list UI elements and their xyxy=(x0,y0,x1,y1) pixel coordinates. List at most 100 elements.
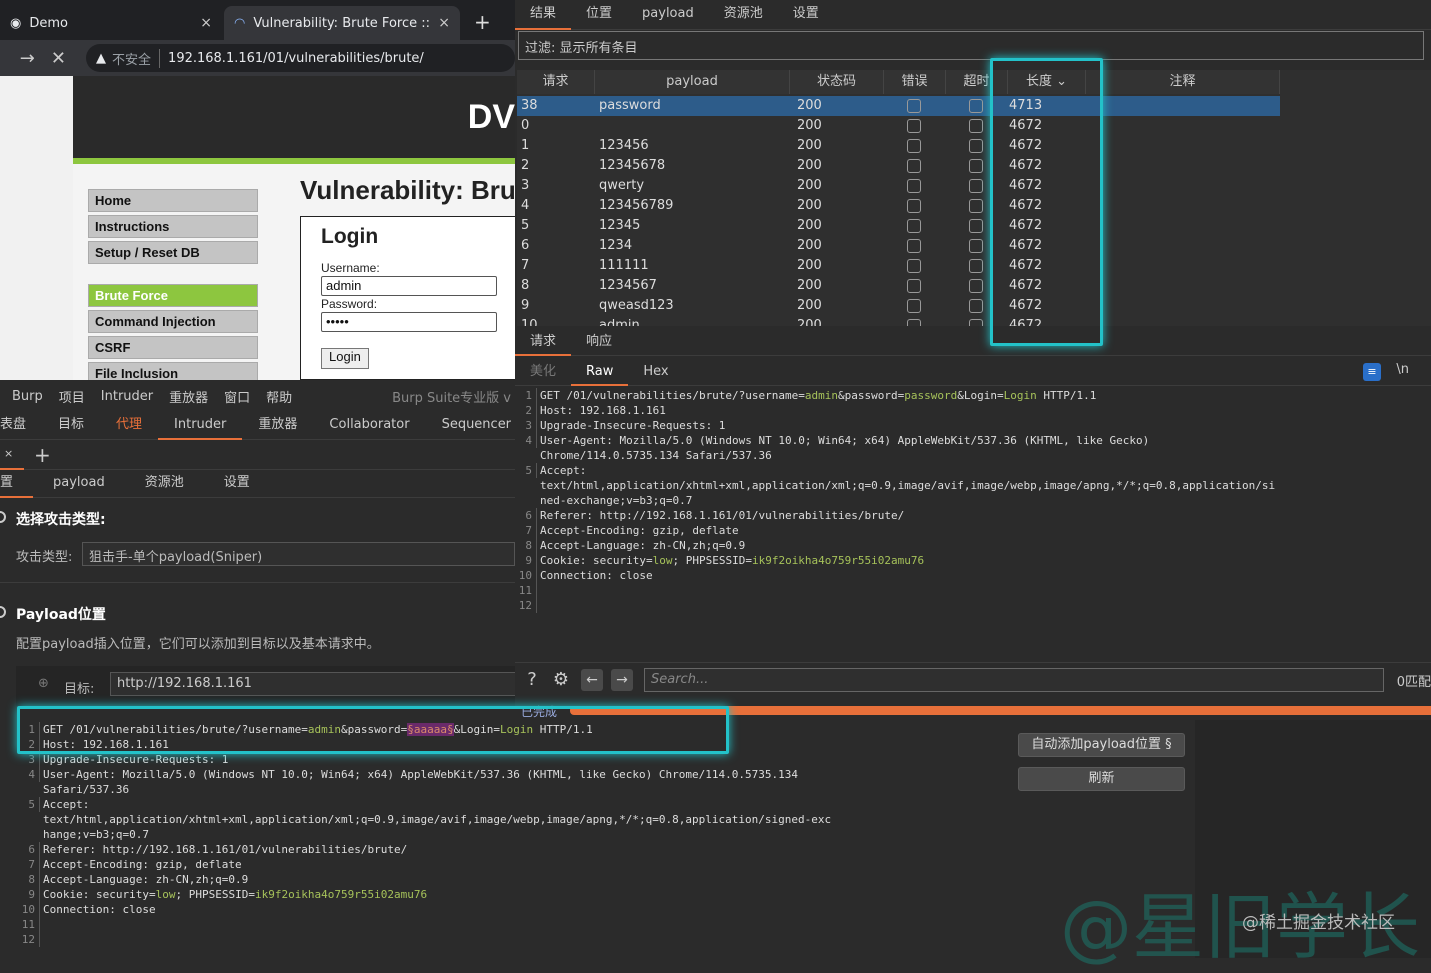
tab-response[interactable]: 响应 xyxy=(571,330,627,356)
newline-toggle[interactable]: \n xyxy=(1396,362,1409,377)
tab-request[interactable]: 请求 xyxy=(515,330,572,356)
menu-instructions[interactable]: Instructions xyxy=(88,215,258,238)
refresh-button[interactable]: 刷新 xyxy=(1018,767,1185,791)
tab-dashboard[interactable]: 表盘 xyxy=(0,412,42,440)
timeout-checkbox[interactable] xyxy=(969,259,983,273)
next-arrow-icon[interactable]: → xyxy=(611,669,633,691)
table-row[interactable]: 4 123456789 200 4672 xyxy=(517,196,1280,216)
error-checkbox[interactable] xyxy=(907,259,921,273)
timeout-checkbox[interactable] xyxy=(969,119,983,133)
request-viewer[interactable]: 1 GET /01/vulnerabilities/brute/?username… xyxy=(515,388,1431,658)
table-row[interactable]: 3 qwerty 200 4672 xyxy=(517,176,1280,196)
table-row[interactable]: 10 admin 200 4672 xyxy=(517,316,1280,326)
tab-brute-force[interactable]: ◠ Vulnerability: Brute Force :: Da × xyxy=(224,6,460,40)
username-field[interactable]: admin xyxy=(321,276,497,296)
col-payload[interactable]: payload xyxy=(595,70,790,94)
menu-command-injection[interactable]: Command Injection xyxy=(88,310,258,333)
timeout-checkbox[interactable] xyxy=(969,279,983,293)
timeout-checkbox[interactable] xyxy=(969,319,983,326)
table-row[interactable]: 8 1234567 200 4672 xyxy=(517,276,1280,296)
url-field[interactable]: ▲ 不安全 192.168.1.161/01/vulnerabilities/b… xyxy=(86,44,515,72)
col-error[interactable]: 错误 xyxy=(884,70,946,94)
menu-burp[interactable]: Burp xyxy=(12,389,43,404)
error-checkbox[interactable] xyxy=(907,139,921,153)
help-icon[interactable]: ? xyxy=(521,669,543,691)
tab-collaborator[interactable]: Collaborator xyxy=(313,412,425,440)
timeout-checkbox[interactable] xyxy=(969,159,983,173)
search-input[interactable]: Search... xyxy=(644,668,1384,692)
table-row[interactable]: 38 password 200 4713 xyxy=(517,96,1280,116)
tab-settings[interactable]: 设置 xyxy=(778,0,834,30)
timeout-checkbox[interactable] xyxy=(969,179,983,193)
table-row[interactable]: 7 111111 200 4672 xyxy=(517,256,1280,276)
col-status[interactable]: 状态码 xyxy=(790,70,884,94)
word-wrap-icon[interactable]: ≡ xyxy=(1363,363,1381,381)
add-tab-button[interactable]: + xyxy=(34,443,51,467)
close-icon[interactable]: × xyxy=(438,15,450,31)
table-row[interactable]: 5 12345 200 4672 xyxy=(517,216,1280,236)
error-checkbox[interactable] xyxy=(907,319,921,326)
error-checkbox[interactable] xyxy=(907,279,921,293)
error-checkbox[interactable] xyxy=(907,219,921,233)
login-button[interactable]: Login xyxy=(321,348,369,369)
menu-file-inclusion[interactable]: File Inclusion xyxy=(88,362,258,380)
gear-icon[interactable]: ⚙ xyxy=(550,669,572,691)
error-checkbox[interactable] xyxy=(907,179,921,193)
password-field[interactable]: ••••• xyxy=(321,312,497,332)
timeout-checkbox[interactable] xyxy=(969,99,983,113)
tab-settings[interactable]: 设置 xyxy=(204,470,270,498)
menu-repeater[interactable]: 重放器 xyxy=(169,387,208,406)
previous-arrow-icon[interactable]: ← xyxy=(581,669,603,691)
new-tab-button[interactable]: + xyxy=(474,10,491,34)
tab-repeater[interactable]: 重放器 xyxy=(242,412,313,440)
tab-results[interactable]: 结果 xyxy=(515,0,572,30)
tab-target[interactable]: 目标 xyxy=(42,412,100,440)
auto-add-payload-button[interactable]: 自动添加payload位置 § xyxy=(1018,733,1185,757)
tab-resource-pool[interactable]: 资源池 xyxy=(125,470,204,498)
timeout-checkbox[interactable] xyxy=(969,239,983,253)
tab-sequencer[interactable]: Sequencer xyxy=(426,412,527,440)
close-icon[interactable]: × xyxy=(200,15,212,31)
stop-button[interactable]: ✕ xyxy=(43,48,74,69)
error-checkbox[interactable] xyxy=(907,299,921,313)
tab-pretty[interactable]: 美化 xyxy=(515,360,571,386)
forward-button[interactable]: → xyxy=(12,48,43,69)
tab-payload[interactable]: payload xyxy=(33,470,125,498)
error-checkbox[interactable] xyxy=(907,199,921,213)
col-comment[interactable]: 注释 xyxy=(1086,70,1280,94)
table-row[interactable]: 0 200 4672 xyxy=(517,116,1280,136)
filter-bar[interactable]: 过滤: 显示所有条目 xyxy=(518,31,1424,60)
tab-resource-pool[interactable]: 资源池 xyxy=(709,0,778,30)
base-request-editor[interactable]: 1 GET /01/vulnerabilities/brute/?username… xyxy=(18,722,1010,958)
col-request[interactable]: 请求 xyxy=(517,70,595,94)
tab-demo[interactable]: ◉ Demo × xyxy=(0,6,222,40)
timeout-checkbox[interactable] xyxy=(969,199,983,213)
menu-csrf[interactable]: CSRF xyxy=(88,336,258,359)
menu-intruder[interactable]: Intruder xyxy=(101,389,153,404)
tab-raw[interactable]: Raw xyxy=(571,360,629,386)
tab-positions[interactable]: 置 xyxy=(0,470,34,498)
table-row[interactable]: 2 12345678 200 4672 xyxy=(517,156,1280,176)
tab-intruder[interactable]: Intruder xyxy=(158,412,243,440)
menu-home[interactable]: Home xyxy=(88,189,258,212)
menu-window[interactable]: 窗口 xyxy=(224,387,250,406)
close-icon[interactable]: × xyxy=(0,440,24,470)
tab-payload[interactable]: payload xyxy=(627,0,709,30)
timeout-checkbox[interactable] xyxy=(969,139,983,153)
timeout-checkbox[interactable] xyxy=(969,299,983,313)
tab-positions[interactable]: 位置 xyxy=(571,0,627,30)
tab-proxy[interactable]: 代理 xyxy=(100,412,158,440)
menu-project[interactable]: 项目 xyxy=(59,387,85,406)
error-checkbox[interactable] xyxy=(907,119,921,133)
error-checkbox[interactable] xyxy=(907,159,921,173)
menu-help[interactable]: 帮助 xyxy=(266,387,292,406)
error-checkbox[interactable] xyxy=(907,99,921,113)
table-row[interactable]: 9 qweasd123 200 4672 xyxy=(517,296,1280,316)
timeout-checkbox[interactable] xyxy=(969,219,983,233)
menu-brute-force[interactable]: Brute Force xyxy=(88,284,258,307)
table-row[interactable]: 6 1234 200 4672 xyxy=(517,236,1280,256)
attack-type-select[interactable]: 狙击手-单个payload(Sniper) xyxy=(82,542,515,566)
menu-setup[interactable]: Setup / Reset DB xyxy=(88,241,258,264)
tab-hex[interactable]: Hex xyxy=(628,360,683,386)
table-row[interactable]: 1 123456 200 4672 xyxy=(517,136,1280,156)
